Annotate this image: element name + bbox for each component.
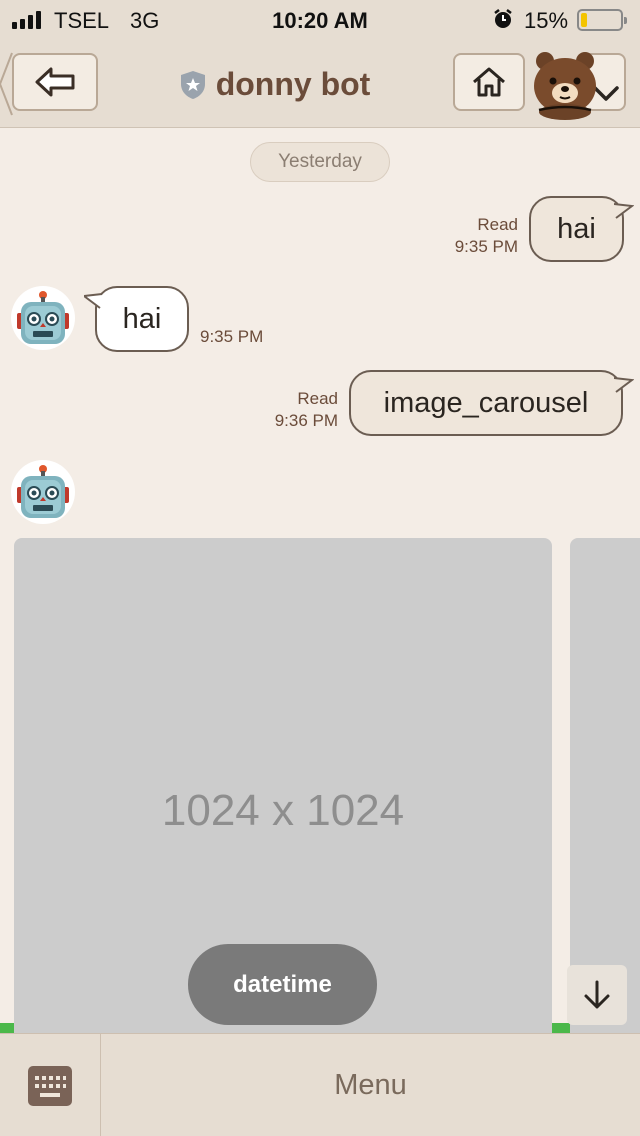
message-time: 9:36 PM <box>274 411 338 430</box>
bot-avatar[interactable] <box>11 460 75 524</box>
keyboard-toggle-button[interactable] <box>0 1034 101 1136</box>
date-separator: Yesterday <box>250 142 390 182</box>
chat-title[interactable]: donny bot <box>216 66 371 103</box>
bubble-tail <box>614 203 634 219</box>
rich-menu-button[interactable]: Menu <box>101 1034 640 1136</box>
incoming-message-bubble[interactable]: hai <box>95 286 189 352</box>
bottom-bar: Menu <box>0 1033 640 1136</box>
datetime-action-button[interactable]: datetime <box>188 944 377 1025</box>
outgoing-message-bubble[interactable]: image_carousel <box>349 370 623 436</box>
chat-header: donny bot <box>0 40 640 128</box>
bubble-tail <box>614 377 634 393</box>
image-carousel-next-card[interactable] <box>570 538 640 1033</box>
battery-percent: 15% <box>524 8 569 33</box>
carousel-edge-accent <box>552 1023 570 1033</box>
arrow-down-icon <box>584 980 610 1009</box>
back-button[interactable] <box>12 53 98 111</box>
chat-title-group: donny bot <box>120 66 430 103</box>
robot-icon <box>17 465 69 518</box>
image-placeholder-label: 1024 x 1024 <box>161 786 405 835</box>
chat-area[interactable]: Yesterday Read 9:35 PM hai hai 9:35 PM R… <box>0 128 640 1033</box>
carousel-edge-accent <box>0 1023 14 1033</box>
keyboard-icon <box>28 1065 72 1106</box>
bubble-tail <box>84 293 103 309</box>
home-button[interactable] <box>453 53 525 111</box>
battery-icon <box>577 9 627 31</box>
back-button-notch <box>0 52 13 116</box>
battery-fill <box>581 13 587 27</box>
back-arrow-icon <box>35 67 75 97</box>
bear-avatar-icon[interactable] <box>531 48 627 120</box>
alarm-icon <box>492 8 514 36</box>
message-meta: Read 9:35 PM <box>420 214 518 258</box>
scroll-to-bottom-button[interactable] <box>567 965 627 1025</box>
bot-avatar[interactable] <box>11 286 75 350</box>
status-bar: TSEL 3G 10:20 AM 15% <box>0 0 640 40</box>
read-receipt: Read <box>297 389 338 408</box>
outgoing-message-bubble[interactable]: hai <box>529 196 624 262</box>
message-time: 9:35 PM <box>454 237 518 256</box>
read-receipt: Read <box>477 215 518 234</box>
robot-icon <box>17 291 69 344</box>
home-icon <box>473 67 505 97</box>
message-time: 9:35 PM <box>200 327 264 346</box>
shield-star-icon <box>180 70 205 99</box>
message-meta: Read 9:36 PM <box>240 388 338 432</box>
